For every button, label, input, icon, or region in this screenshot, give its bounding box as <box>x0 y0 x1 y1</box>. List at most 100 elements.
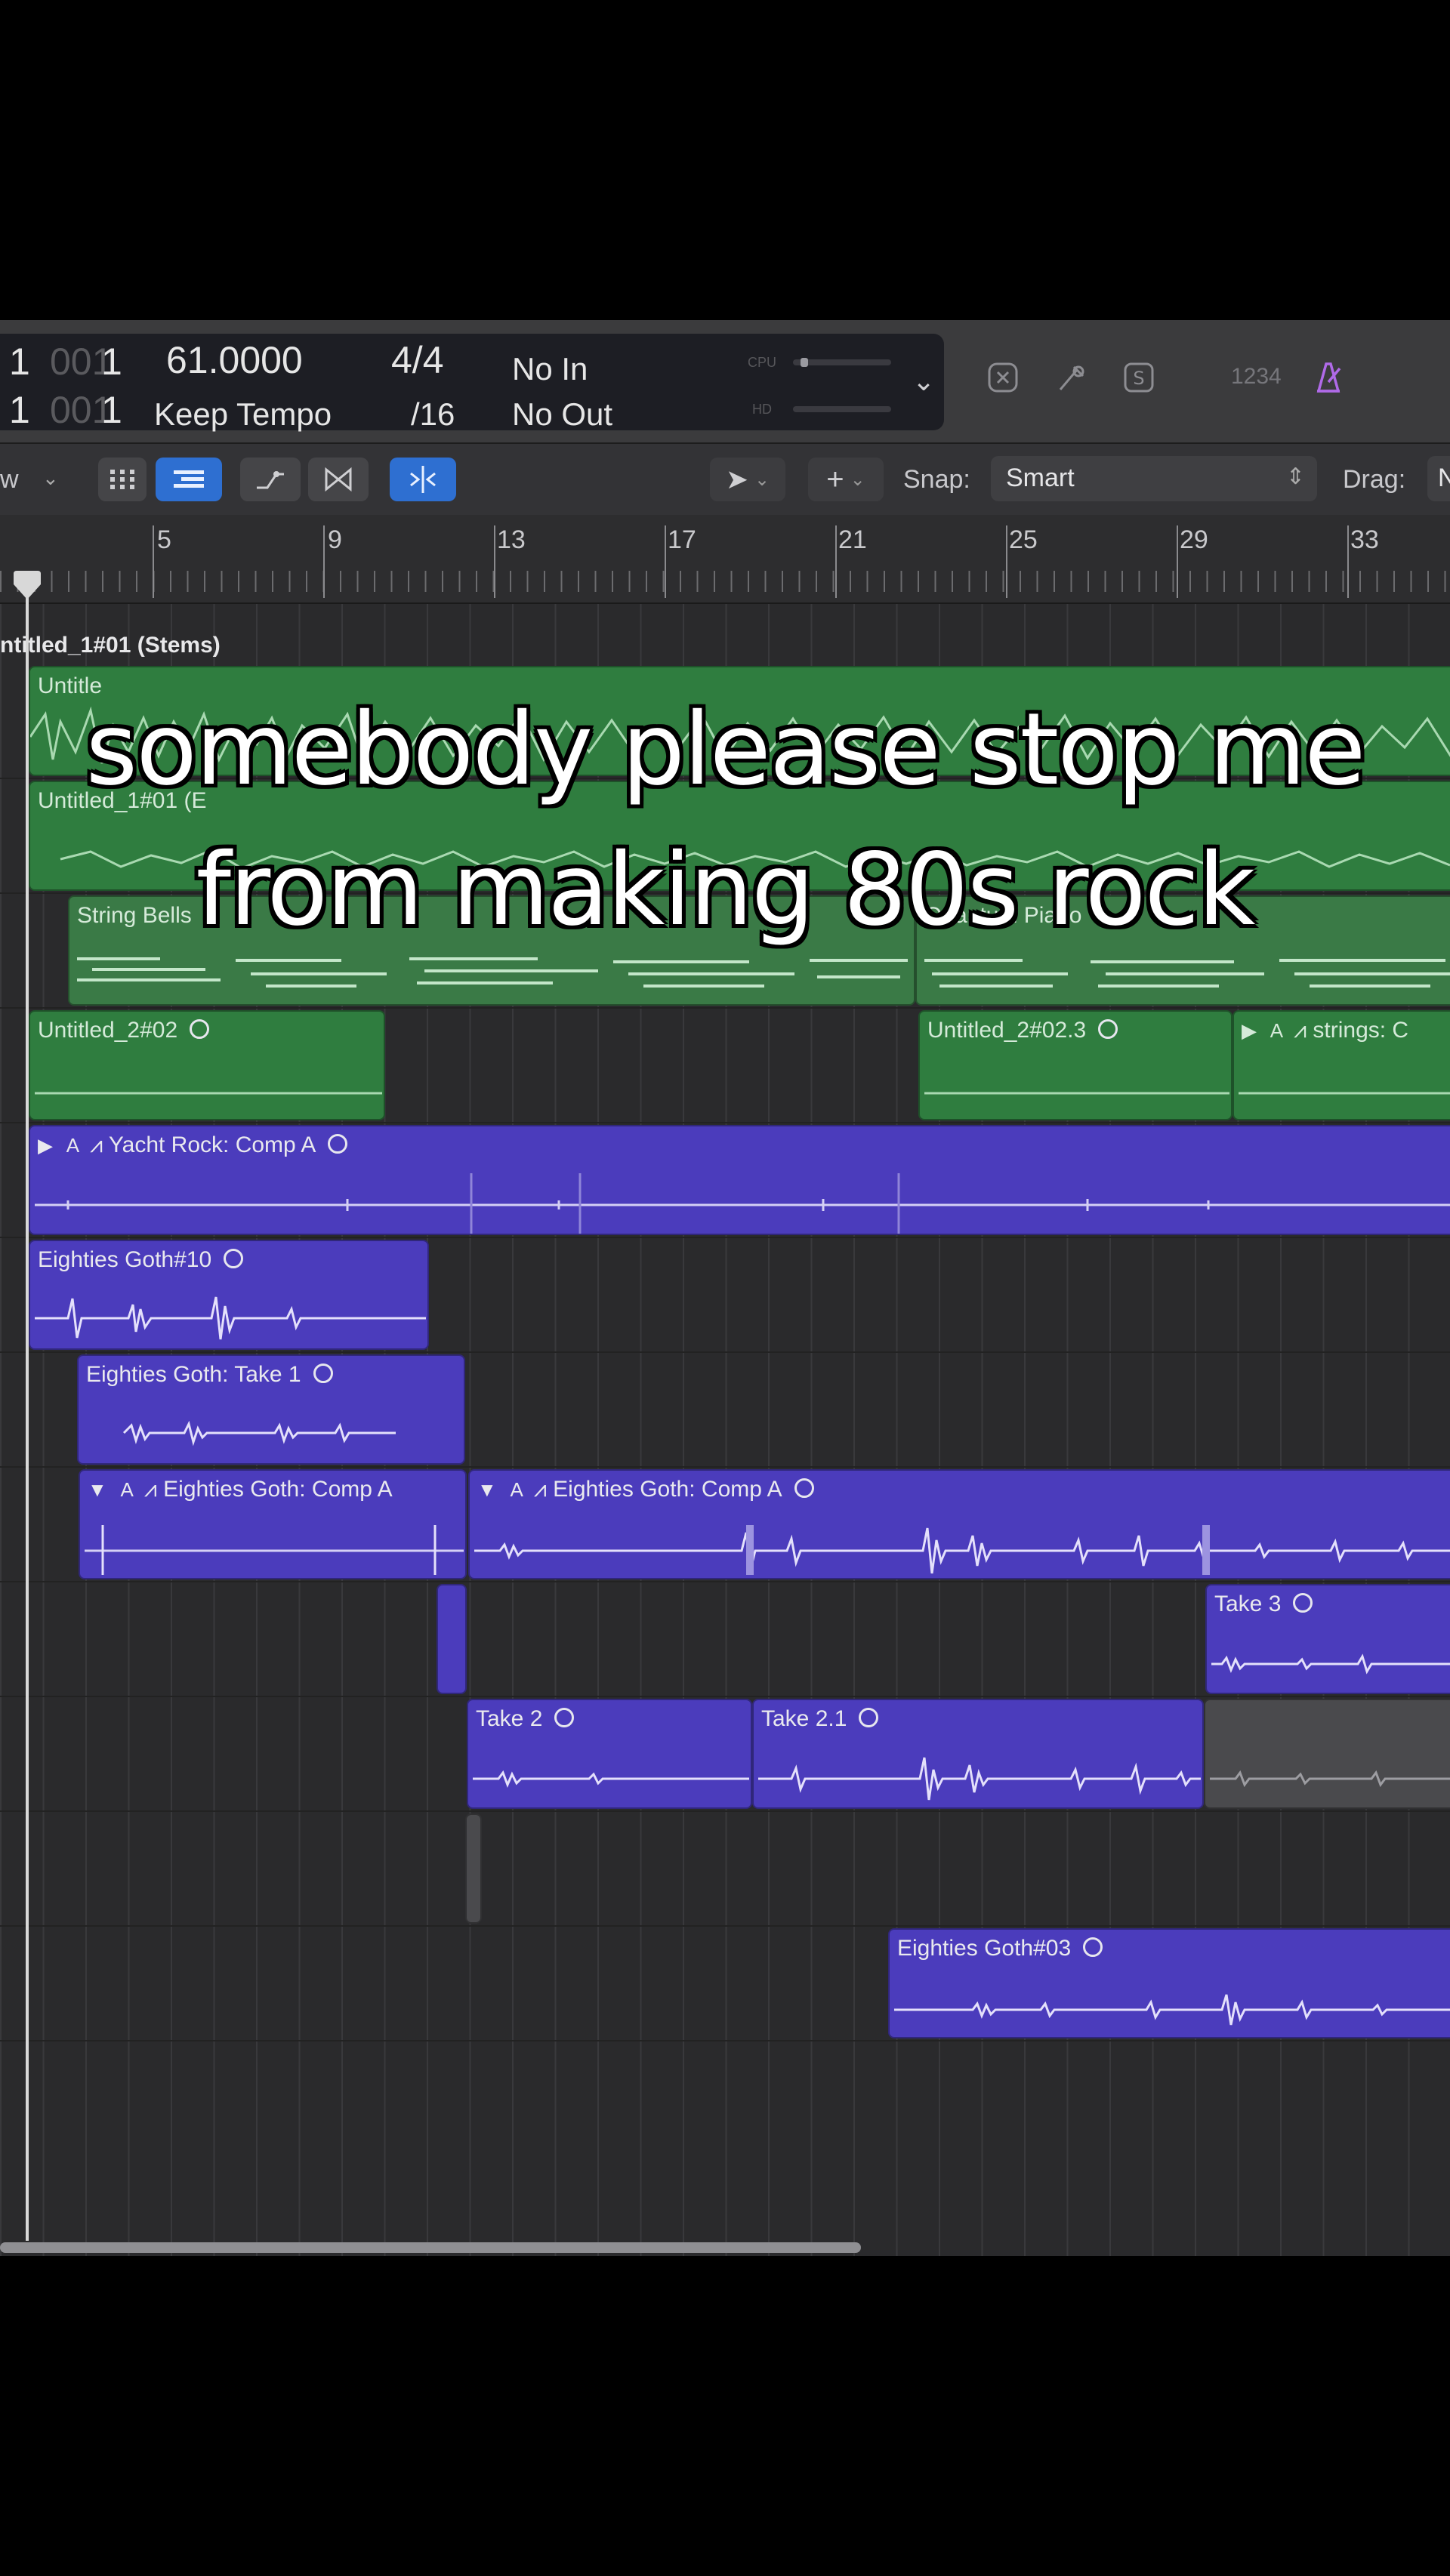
snap-label: Snap: <box>903 465 970 494</box>
bar-ruler[interactable]: 5 9 13 17 21 25 29 33 <box>0 515 1450 604</box>
logic-window: 1 001 1 1 001 1 61.0000 Keep Tempo 4/4 /… <box>0 320 1450 2256</box>
control-bar: 1 001 1 1 001 1 61.0000 Keep Tempo 4/4 /… <box>0 320 1450 444</box>
region-label-text: Take 3 <box>1214 1592 1282 1616</box>
secondary-tool-icon[interactable]: + ⌄ <box>808 458 884 501</box>
out-marker[interactable]: No Out <box>512 399 612 430</box>
solo-icon[interactable]: S <box>1119 358 1158 397</box>
region-label: ▶ A ⩘ strings: C <box>1242 1018 1408 1043</box>
loop-icon <box>224 1249 244 1268</box>
ruler-tick <box>835 525 837 598</box>
region-label-text: Untitled_2#02 <box>38 1018 178 1043</box>
snap-select[interactable]: Smart ⇕ <box>991 456 1317 501</box>
tuner-icon[interactable] <box>1051 358 1091 397</box>
region-label: ▼ A ⩘ Eighties Goth: Comp A <box>88 1477 393 1502</box>
waveform-icon: ⩘ <box>90 1132 103 1157</box>
loop-icon <box>328 1134 348 1154</box>
drag-value: N <box>1438 464 1450 492</box>
flex-icon[interactable] <box>308 458 369 501</box>
region-eighties-goth-comp-a-2[interactable]: ▼ A ⩘ Eighties Goth: Comp A <box>468 1469 1450 1579</box>
region-label: Eighties Goth#10 <box>38 1247 244 1273</box>
loop-icon <box>794 1478 814 1498</box>
region-muted-take[interactable] <box>1204 1699 1450 1809</box>
ruler-bar-25: 25 <box>1009 525 1038 554</box>
loop-icon <box>554 1708 575 1727</box>
chevron-down-icon[interactable]: ⌄ <box>912 365 935 397</box>
region-fragment[interactable] <box>437 1584 467 1694</box>
loop-icon <box>313 1363 333 1383</box>
ruler-bar-21: 21 <box>838 525 867 554</box>
region-yacht-rock-comp-a[interactable]: ▶ A ⩘ Yacht Rock: Comp A <box>29 1125 1450 1235</box>
region-label: Untitled_2#02 <box>38 1018 210 1043</box>
x-box-icon[interactable] <box>983 358 1023 397</box>
division[interactable]: /16 <box>411 399 455 430</box>
caption-line-1: somebody please stop me <box>85 692 1365 808</box>
tempo-value[interactable]: 61.0000 <box>166 341 303 379</box>
waveform <box>474 1525 1450 1575</box>
automation-icon[interactable] <box>240 458 301 501</box>
region-take-3[interactable]: Take 3 <box>1205 1584 1450 1694</box>
region-label-text: Eighties Goth#03 <box>897 1936 1072 1961</box>
loop-icon <box>1293 1593 1313 1613</box>
hd-label: HD <box>752 402 772 417</box>
count-in-button[interactable]: 1234 <box>1231 364 1282 390</box>
metronome-icon[interactable] <box>1308 358 1347 397</box>
lane-divider <box>0 1466 1450 1468</box>
region-label-text: Eighties Goth: Comp A <box>163 1477 393 1502</box>
drag-select[interactable]: N <box>1427 456 1450 501</box>
region-label-text: Eighties Goth: Take 1 <box>86 1362 301 1387</box>
grid-view-icon[interactable] <box>98 458 147 501</box>
ruler-tick <box>665 525 666 598</box>
lane-divider <box>0 2040 1450 2041</box>
waveform <box>758 1757 1201 1801</box>
loop-icon <box>859 1708 879 1727</box>
region-label: ▼ A ⩘ Eighties Goth: Comp A <box>477 1477 814 1502</box>
region-fragment[interactable] <box>465 1813 482 1924</box>
region-untitled-2-02[interactable]: Untitled_2#02 <box>29 1010 385 1120</box>
position-div-top: 1 <box>101 340 122 383</box>
region-label-text: Take 2 <box>476 1706 543 1731</box>
waveform <box>1211 1653 1450 1675</box>
ruler-tick <box>1347 525 1349 598</box>
region-eighties-goth-comp-a-1[interactable]: ▼ A ⩘ Eighties Goth: Comp A <box>79 1469 467 1579</box>
region-label-text: Eighties Goth: Comp A <box>553 1477 782 1502</box>
region-label: Take 2.1 <box>761 1706 879 1732</box>
list-editor-icon[interactable] <box>156 458 222 501</box>
region-untitled-2-02-3[interactable]: Untitled_2#02.3 <box>918 1010 1232 1120</box>
caption-line-2: from making 80s rock <box>196 832 1256 948</box>
ruler-tick <box>1006 525 1007 598</box>
drag-label: Drag: <box>1343 465 1406 494</box>
ruler-bar-9: 9 <box>328 525 342 554</box>
waveform <box>1210 1770 1450 1788</box>
region-label-text: Untitled_2#02.3 <box>927 1018 1087 1043</box>
ruler-bar-5: 5 <box>157 525 171 554</box>
region-take-2[interactable]: Take 2 <box>467 1699 752 1809</box>
loop-icon <box>190 1019 210 1039</box>
waveform <box>85 1525 464 1575</box>
lane-divider <box>0 1581 1450 1582</box>
lane-divider <box>0 1237 1450 1238</box>
pointer-tool-icon[interactable]: ➤ ⌄ <box>710 458 785 501</box>
time-signature[interactable]: 4/4 <box>391 341 444 379</box>
ruler-bar-17: 17 <box>668 525 696 554</box>
updown-chevron-icon: ⇕ <box>1285 464 1305 489</box>
catch-playhead-icon[interactable] <box>390 458 456 501</box>
lane-divider <box>0 1696 1450 1697</box>
region-eighties-goth-take-1[interactable]: Eighties Goth: Take 1 <box>77 1354 465 1465</box>
region-strings[interactable]: ▶ A ⩘ strings: C <box>1232 1010 1450 1120</box>
chevron-down-icon[interactable]: ⌄ <box>42 467 59 490</box>
lcd-display[interactable]: 1 001 1 1 001 1 61.0000 Keep Tempo 4/4 /… <box>0 334 944 430</box>
horizontal-scrollbar[interactable] <box>0 2242 861 2253</box>
in-marker[interactable]: No In <box>512 353 588 385</box>
ruler-bar-29: 29 <box>1180 525 1208 554</box>
waveform <box>122 1420 396 1447</box>
region-eighties-goth-03[interactable]: Eighties Goth#03 <box>888 1928 1450 2038</box>
position-bar-bottom: 1 <box>9 389 30 431</box>
lane-divider <box>0 1122 1450 1123</box>
view-menu[interactable]: w <box>0 465 19 495</box>
video-caption: somebody please stop me from making 80s … <box>0 679 1450 960</box>
tempo-mode[interactable]: Keep Tempo <box>154 399 332 430</box>
region-label-text: Yacht Rock: Comp A <box>108 1132 316 1157</box>
region-take-2-1[interactable]: Take 2.1 <box>752 1699 1204 1809</box>
ruler-tick <box>153 525 154 598</box>
region-eighties-goth-10[interactable]: Eighties Goth#10 <box>29 1240 429 1350</box>
